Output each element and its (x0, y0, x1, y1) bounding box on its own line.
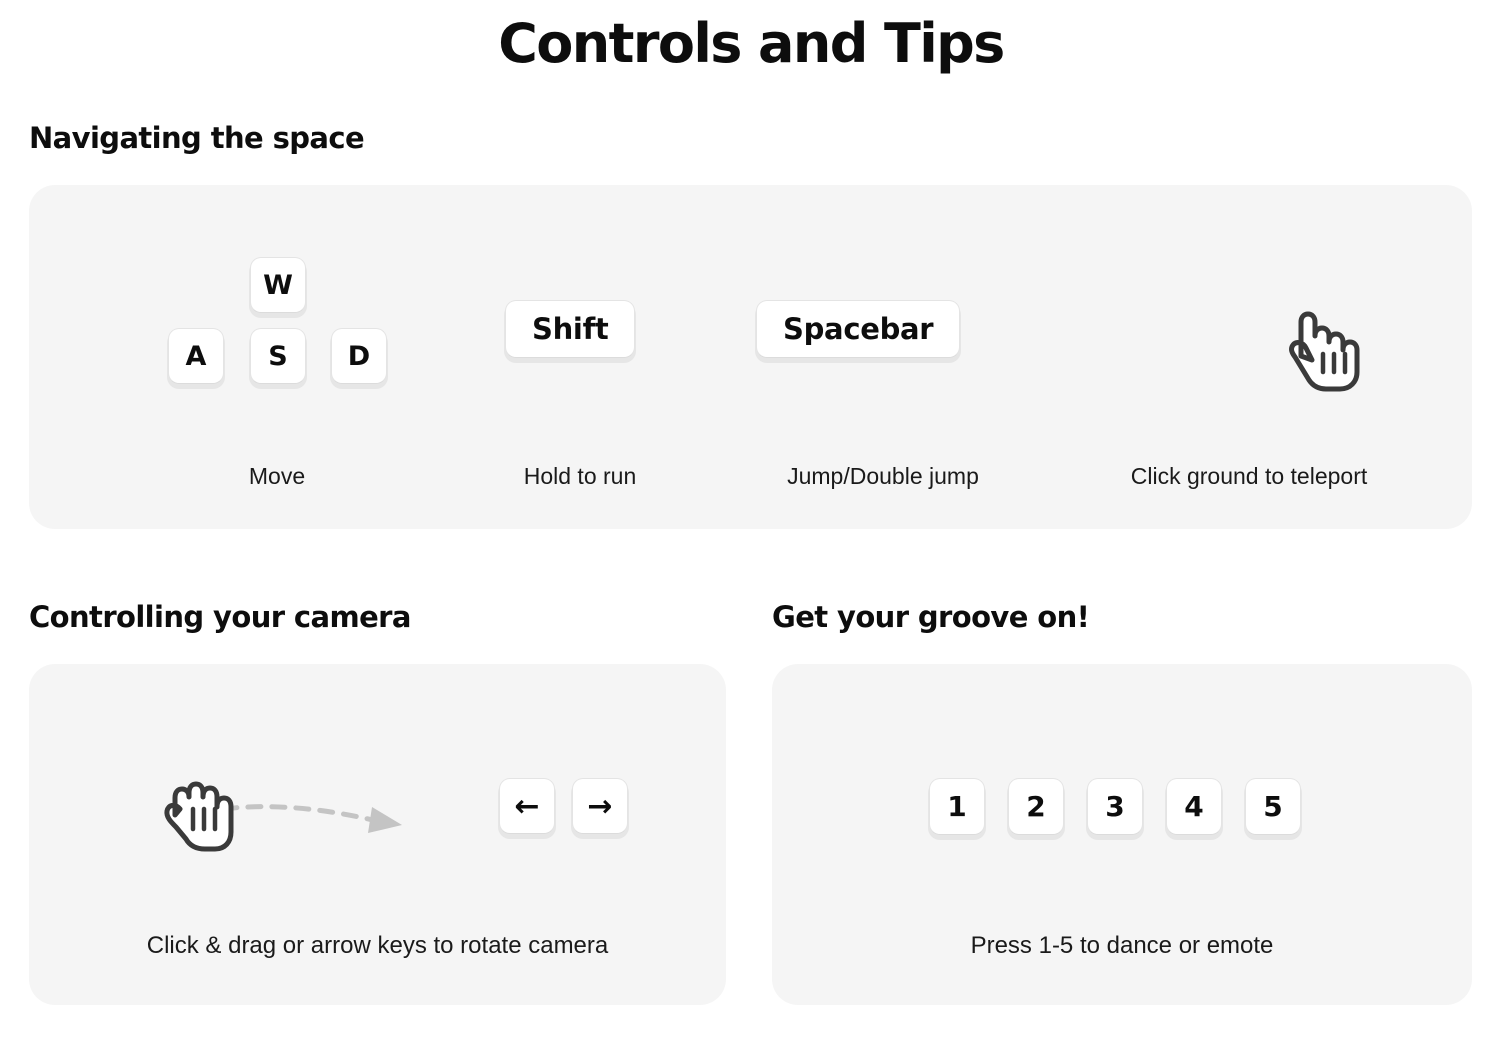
key-4[interactable]: 4 (1166, 778, 1222, 835)
panel-navigating: W A S D Shift Spacebar Move Hold to run … (29, 185, 1472, 529)
panel-groove: 1 2 3 4 5 Press 1-5 to dance or emote (772, 664, 1472, 1005)
section-heading-camera: Controlling your camera (29, 600, 411, 634)
key-arrow-right[interactable]: → (572, 778, 628, 834)
caption-move: Move (248, 463, 306, 489)
caption-press-1-5: Press 1-5 to dance or emote (970, 932, 1274, 959)
page-title: Controls and Tips (498, 12, 1005, 75)
key-2[interactable]: 2 (1008, 778, 1064, 835)
camera-arrow-keys: ← → (499, 778, 628, 834)
key-w[interactable]: W (250, 257, 306, 313)
section-heading-groove: Get your groove on! (772, 600, 1090, 634)
controls-and-tips-page: Controls and Tips Navigating the space W… (0, 0, 1502, 1038)
key-s[interactable]: S (250, 328, 306, 384)
key-shift[interactable]: Shift (505, 300, 636, 358)
panel-camera: ← → Click & drag or arrow keys to rotate… (29, 664, 726, 1005)
wasd-key-cluster: W A S D (168, 257, 388, 387)
key-d[interactable]: D (331, 328, 387, 384)
key-arrow-left[interactable]: ← (499, 778, 555, 834)
emote-number-keys: 1 2 3 4 5 (929, 778, 1301, 835)
key-spacebar[interactable]: Spacebar (756, 300, 961, 358)
key-3[interactable]: 3 (1087, 778, 1143, 835)
caption-click-ground-to-teleport: Click ground to teleport (1130, 463, 1368, 489)
pointing-hand-cursor-icon (1282, 310, 1372, 392)
caption-rotate-camera: Click & drag or arrow keys to rotate cam… (146, 932, 609, 959)
grabbing-hand-drag-icon (162, 767, 412, 857)
section-heading-navigating: Navigating the space (29, 121, 365, 155)
key-1[interactable]: 1 (929, 778, 985, 835)
key-5[interactable]: 5 (1245, 778, 1301, 835)
caption-hold-to-run: Hold to run (523, 463, 637, 489)
key-a[interactable]: A (168, 328, 224, 384)
